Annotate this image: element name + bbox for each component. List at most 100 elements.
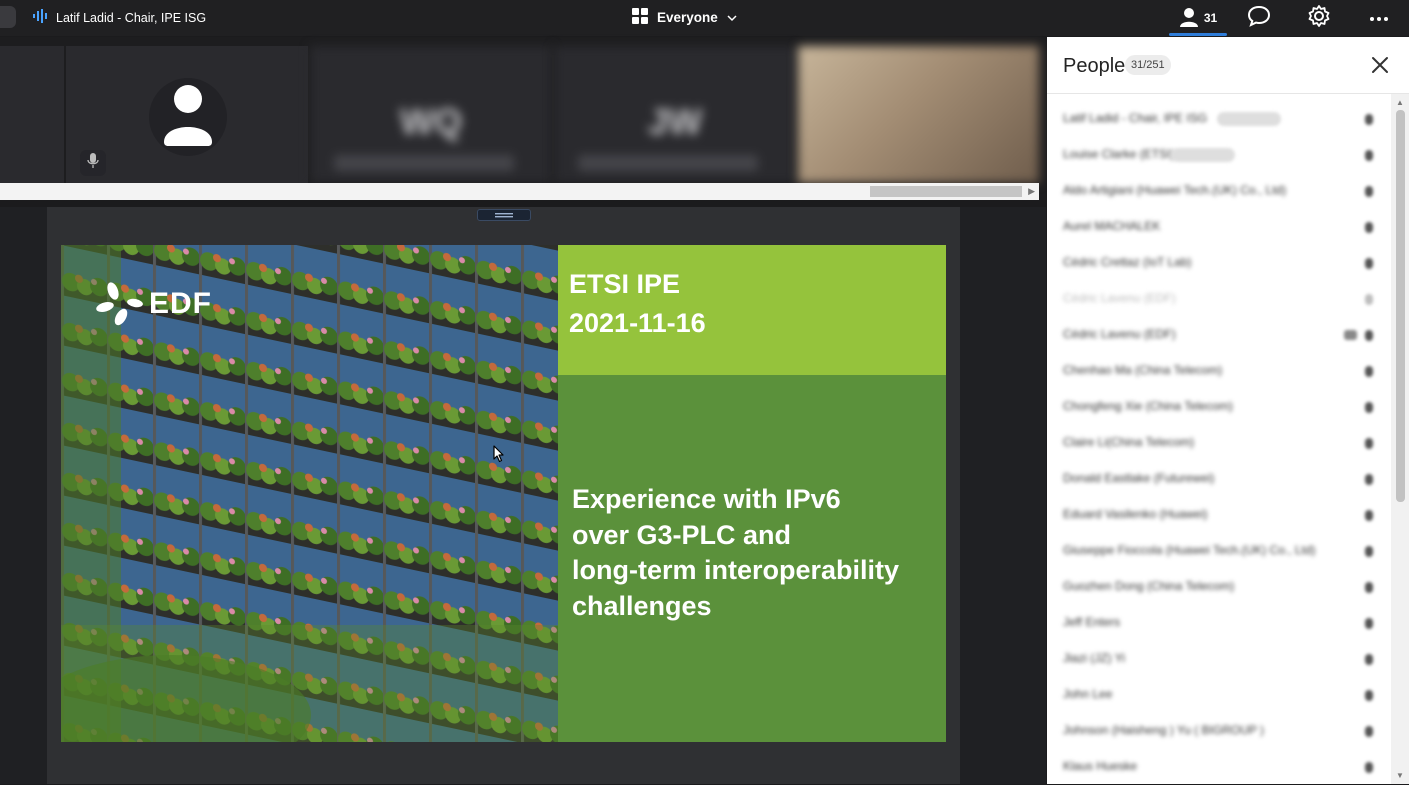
more-options-button[interactable]: [1349, 0, 1409, 36]
microphone-icon: [1365, 366, 1373, 377]
participant-name: Cédric Lavenu (EDF): [1063, 291, 1176, 305]
microphone-icon: [1365, 654, 1373, 665]
participant-name: Cédric Crettaz (IoT Lab): [1063, 255, 1192, 269]
scroll-right-icon[interactable]: ▶: [1028, 186, 1035, 197]
people-list-item[interactable]: Aldo Artigiani (Huawei Tech.(UK) Co., Lt…: [1047, 173, 1391, 209]
organizer-badge: Organizer: [1171, 148, 1235, 162]
participant-name: Aurel MACHALEK: [1063, 219, 1161, 233]
participant-name: Klaus Hueske: [1063, 759, 1138, 773]
scroll-up-icon[interactable]: ▲: [1396, 98, 1404, 107]
grid-view-icon: [632, 8, 648, 27]
participant-name: Jiazi (JZ) Yi: [1063, 651, 1126, 665]
settings-button[interactable]: [1289, 0, 1349, 36]
mic-button[interactable]: [80, 150, 106, 176]
participant-name: Guozhen Dong (China Telecom): [1063, 579, 1235, 593]
people-list-item[interactable]: Jiazi (JZ) Yi: [1047, 641, 1391, 677]
participant-name: Chenhao Ma (China Telecom): [1063, 363, 1223, 377]
participant-name: [578, 155, 758, 171]
participant-tile[interactable]: [0, 46, 64, 183]
top-right-controls: 31: [1167, 0, 1409, 36]
participant-tile[interactable]: WQ: [310, 46, 552, 183]
strip-scrollbar-thumb[interactable]: [870, 186, 1022, 197]
people-list-item[interactable]: Eduard Vasilenko (Huawei): [1047, 497, 1391, 533]
microphone-icon: [1365, 690, 1373, 701]
people-list-item[interactable]: Jeff Enters: [1047, 605, 1391, 641]
participant-name: John Lee: [1063, 687, 1113, 701]
people-list-item[interactable]: Cédric Lavenu (EDF): [1047, 317, 1391, 353]
participant-tile[interactable]: [66, 46, 308, 183]
microphone-icon: [1365, 582, 1373, 593]
microphone-icon: [1365, 546, 1373, 557]
mouse-cursor-icon: [493, 445, 505, 468]
people-list-item[interactable]: Chongfeng Xie (China Telecom): [1047, 389, 1391, 425]
slide-subtitle: Experience with IPv6 over G3-PLC and lon…: [572, 484, 900, 621]
people-panel-header: People 31/251: [1047, 37, 1409, 94]
back-button[interactable]: [0, 6, 16, 28]
presentation-slide: EDF ETSI IPE 2021-11-16 Experience with …: [61, 245, 946, 742]
strip-scrollbar[interactable]: ▶: [0, 183, 1039, 200]
microphone-icon: [1365, 258, 1373, 269]
people-list-item[interactable]: Louise Clarke (ETSI)Organizer: [1047, 137, 1391, 173]
person-icon: [162, 84, 214, 151]
people-list-item[interactable]: Chenhao Ma (China Telecom): [1047, 353, 1391, 389]
people-list-scrollbar[interactable]: ▲ ▼: [1391, 94, 1409, 784]
participant-tile[interactable]: JW: [554, 46, 796, 183]
participant-strip: WQ JW ▶: [0, 37, 1046, 200]
active-speaker-name: Latif Ladid - Chair, IPE ISG: [56, 10, 207, 25]
people-list-item[interactable]: Claire Li(China Telecom): [1047, 425, 1391, 461]
participant-name: Eduard Vasilenko (Huawei): [1063, 507, 1208, 521]
participant-name: Jeff Enters: [1063, 615, 1121, 629]
microphone-icon: [1365, 294, 1373, 305]
chat-button[interactable]: [1229, 0, 1289, 36]
active-speaker: Latif Ladid - Chair, IPE ISG: [32, 9, 206, 26]
microphone-icon: [1365, 618, 1373, 629]
person-icon: [1179, 7, 1199, 30]
people-list-item[interactable]: Guozhen Dong (China Telecom): [1047, 569, 1391, 605]
participant-name: Giuseppe Fioccola (Huawei Tech.(UK) Co.,…: [1063, 543, 1316, 557]
more-dots-icon: [1369, 9, 1389, 27]
people-list-item[interactable]: Latif Ladid - Chair, IPE ISG Organizer: [1047, 101, 1391, 137]
microphone-icon: [1365, 510, 1373, 521]
people-panel-count: 31/251: [1125, 55, 1171, 75]
participant-name: Johnson (Haisheng ) Yu ( BIGROUP ): [1063, 723, 1264, 737]
scroll-down-icon[interactable]: ▼: [1396, 771, 1404, 780]
participant-name: Aldo Artigiani (Huawei Tech.(UK) Co., Lt…: [1063, 183, 1287, 197]
microphone-icon: [1365, 474, 1373, 485]
people-list-item[interactable]: Cédric Lavenu (EDF): [1047, 281, 1391, 317]
microphone-icon: [1365, 114, 1373, 125]
participant-name: Claire Li(China Telecom): [1063, 435, 1195, 449]
microphone-icon: [87, 152, 99, 174]
people-list-item[interactable]: Klaus Hueske: [1047, 749, 1391, 785]
people-list-item[interactable]: Johnson (Haisheng ) Yu ( BIGROUP ): [1047, 713, 1391, 749]
people-list: Latif Ladid - Chair, IPE ISGOrganizerLou…: [1047, 101, 1391, 785]
people-list-item[interactable]: John Lee: [1047, 677, 1391, 713]
gear-icon: [1308, 4, 1330, 32]
edf-logo: EDF: [95, 281, 212, 327]
people-list-item[interactable]: Cédric Crettaz (IoT Lab): [1047, 245, 1391, 281]
people-panel: People 31/251 Latif Ladid - Chair, IPE I…: [1047, 37, 1409, 784]
participant-name: Louise Clarke (ETSI): [1063, 147, 1175, 161]
people-list-item[interactable]: Donald Eastlake (Futurewei): [1047, 461, 1391, 497]
close-icon[interactable]: [1371, 56, 1389, 79]
edf-logo-text: EDF: [149, 287, 212, 320]
participant-name: [334, 155, 514, 171]
participant-initials: JW: [648, 101, 702, 142]
audio-wave-icon: [32, 9, 48, 26]
organizer-badge: Organizer: [1217, 112, 1281, 126]
participant-video[interactable]: [798, 46, 1039, 183]
resize-handle[interactable]: [477, 209, 531, 221]
people-list-item[interactable]: Aurel MACHALEK: [1047, 209, 1391, 245]
microphone-icon: [1365, 762, 1373, 773]
people-list-scrollbar-thumb[interactable]: [1396, 110, 1405, 502]
microphone-icon: [1365, 186, 1373, 197]
chevron-down-icon: [727, 10, 737, 25]
people-button[interactable]: 31: [1167, 0, 1229, 36]
microphone-icon: [1365, 726, 1373, 737]
view-selector-label: Everyone: [657, 10, 718, 25]
microphone-icon: [1365, 150, 1373, 161]
participant-name: Chongfeng Xie (China Telecom): [1063, 399, 1233, 413]
participant-name: Donald Eastlake (Futurewei): [1063, 471, 1215, 485]
view-selector[interactable]: Everyone: [632, 8, 737, 27]
slide-body-box: Experience with IPv6 over G3-PLC and lon…: [558, 375, 946, 742]
people-list-item[interactable]: Giuseppe Fioccola (Huawei Tech.(UK) Co.,…: [1047, 533, 1391, 569]
